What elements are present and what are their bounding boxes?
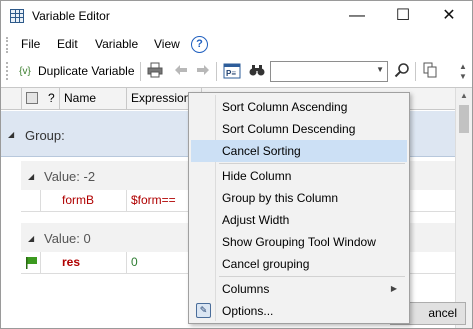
expression-cell[interactable]: 0: [131, 255, 138, 269]
collapse-triangle-icon[interactable]: ◢: [28, 234, 34, 243]
variable-editor-window: Variable Editor — ☐ ✕ File Edit Variable…: [0, 0, 473, 329]
properties-icon[interactable]: P≡: [222, 62, 242, 82]
variable-editor-app-icon: [10, 9, 24, 23]
search-box[interactable]: ▼: [270, 61, 388, 82]
subgroup-label: Value: -2: [44, 169, 96, 184]
menu-item-options-label: Options...: [222, 304, 274, 318]
menu-item-adjust-width[interactable]: Adjust Width: [191, 209, 407, 231]
duplicate-variable-button[interactable]: Duplicate Variable: [38, 64, 135, 78]
menu-item-cancel-sorting[interactable]: Cancel Sorting: [191, 140, 407, 162]
toolbar-grip[interactable]: [6, 62, 8, 80]
chevron-down-icon[interactable]: ▼: [376, 65, 384, 74]
toolbar-separator: [140, 62, 141, 81]
column-context-menu: Sort Column Ascending Sort Column Descen…: [188, 92, 410, 324]
menu-edit[interactable]: Edit: [57, 37, 78, 51]
menu-item-sort-ascending[interactable]: Sort Column Ascending: [191, 96, 407, 118]
find-binoculars-icon[interactable]: [248, 62, 266, 82]
menu-item-options[interactable]: ✎ Options...: [191, 300, 407, 322]
window-title: Variable Editor: [32, 9, 110, 23]
menu-bar: File Edit Variable View ?: [1, 33, 472, 56]
header-name[interactable]: Name: [60, 88, 127, 109]
menu-item-group-by-column[interactable]: Group by this Column: [191, 187, 407, 209]
title-bar[interactable]: Variable Editor — ☐ ✕: [1, 1, 472, 32]
copy-icon[interactable]: [420, 62, 440, 82]
toolbar-separator: [216, 62, 217, 81]
menu-separator: [219, 163, 405, 164]
menu-view[interactable]: View: [154, 37, 180, 51]
options-icon: ✎: [196, 303, 211, 318]
submenu-arrow-icon: ▶: [390, 284, 397, 293]
variable-name-cell[interactable]: res: [62, 255, 80, 269]
close-button[interactable]: ✕: [426, 1, 472, 32]
subgroup-label: Value: 0: [44, 231, 91, 246]
collapse-triangle-icon[interactable]: ◢: [28, 172, 34, 181]
search-icon[interactable]: [392, 62, 412, 82]
toolbar-overflow-icon[interactable]: ▲ ▼: [457, 62, 469, 82]
menu-item-hide-column[interactable]: Hide Column: [191, 165, 407, 187]
collapse-triangle-icon[interactable]: ◢: [8, 130, 14, 139]
print-icon[interactable]: [146, 62, 164, 82]
toolbar-separator: [415, 62, 416, 81]
group-label: Group:: [25, 128, 65, 143]
green-flag-icon: [26, 257, 37, 269]
header-question[interactable]: ?: [44, 88, 60, 109]
row-flag-cell[interactable]: [21, 252, 41, 273]
maximize-button[interactable]: ☐: [380, 1, 426, 32]
search-input[interactable]: [271, 62, 371, 81]
minimize-button[interactable]: —: [334, 1, 380, 32]
row-flag-cell[interactable]: [21, 190, 41, 211]
variable-name-cell[interactable]: formB: [62, 193, 94, 207]
header-flag[interactable]: [22, 88, 44, 109]
scroll-up-arrow-icon[interactable]: ▲: [456, 88, 472, 104]
header-expand[interactable]: [1, 88, 22, 109]
toolbar: {v} Duplicate Variable P≡ ▼ ▲ ▼: [1, 58, 472, 85]
menu-item-cancel-grouping[interactable]: Cancel grouping: [191, 253, 407, 275]
menu-item-sort-descending[interactable]: Sort Column Descending: [191, 118, 407, 140]
duplicate-variable-icon[interactable]: {v}: [14, 62, 36, 82]
menu-item-columns-label: Columns: [222, 282, 270, 296]
svg-text:P≡: P≡: [226, 69, 236, 78]
menu-item-show-grouping-tool-window[interactable]: Show Grouping Tool Window: [191, 231, 407, 253]
menu-item-columns[interactable]: Columns ▶: [191, 278, 407, 300]
menubar-grip[interactable]: [6, 37, 8, 53]
menu-file[interactable]: File: [21, 37, 40, 51]
expression-cell[interactable]: $form==: [131, 193, 176, 207]
menu-separator: [219, 276, 405, 277]
redo-icon[interactable]: [194, 62, 212, 82]
vertical-scrollbar[interactable]: ▲: [455, 88, 472, 328]
scroll-thumb[interactable]: [459, 105, 469, 133]
menu-variable[interactable]: Variable: [95, 37, 138, 51]
help-icon[interactable]: ?: [191, 36, 208, 53]
undo-icon[interactable]: [172, 62, 190, 82]
